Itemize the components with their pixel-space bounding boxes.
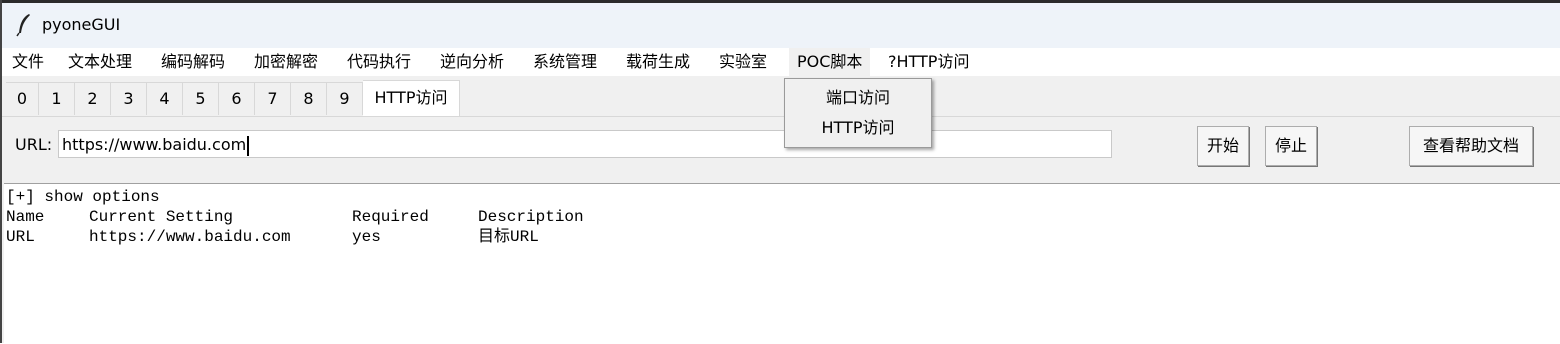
option-name: URL (6, 228, 35, 246)
menu-payload[interactable]: 载荷生成 (622, 48, 694, 76)
dropdown-item-http-access[interactable]: HTTP访问 (785, 113, 931, 143)
option-description: 目标URL (478, 228, 539, 246)
menu-encrypt-decrypt[interactable]: 加密解密 (250, 48, 322, 76)
stop-button[interactable]: 停止 (1265, 126, 1317, 166)
menu-reverse[interactable]: 逆向分析 (436, 48, 508, 76)
tab-0[interactable]: 0 (6, 82, 39, 115)
window-title: pyoneGUI (42, 15, 121, 34)
title-bar: pyoneGUI (2, 3, 1560, 48)
tab-bar: 0 1 2 3 4 5 6 7 8 9 HTTP访问 (2, 78, 1560, 117)
output-header-line: [+] show options (6, 188, 160, 206)
menu-lab[interactable]: 实验室 (715, 48, 771, 76)
app-window: pyoneGUI 文件 文本处理 编码解码 加密解密 代码执行 逆向分析 系统管… (0, 0, 1560, 344)
tab-4[interactable]: 4 (147, 82, 183, 115)
tab-3[interactable]: 3 (111, 82, 147, 115)
dropdown-item-port-access[interactable]: 端口访问 (785, 83, 931, 113)
tab-5[interactable]: 5 (183, 82, 219, 115)
menu-poc-script[interactable]: POC脚本 (789, 48, 871, 76)
menu-code-exec[interactable]: 代码执行 (343, 48, 415, 76)
menu-http-access[interactable]: ?HTTP访问 (884, 48, 973, 76)
url-label: URL: (15, 135, 53, 154)
tab-8[interactable]: 8 (291, 82, 327, 115)
tab-6[interactable]: 6 (219, 82, 255, 115)
option-current-setting: https://www.baidu.com (89, 228, 291, 246)
tab-2[interactable]: 2 (75, 82, 111, 115)
help-doc-button[interactable]: 查看帮助文档 (1409, 126, 1533, 166)
url-input[interactable]: https://www.baidu.com (58, 130, 1112, 158)
feather-icon (16, 14, 30, 37)
option-required: yes (352, 228, 381, 246)
menu-encode-decode[interactable]: 编码解码 (157, 48, 229, 76)
column-header-name: Name (6, 208, 45, 226)
column-header-description: Description (478, 208, 584, 226)
start-button[interactable]: 开始 (1197, 126, 1249, 166)
tab-9[interactable]: 9 (327, 82, 363, 115)
http-access-panel: URL: https://www.baidu.com 开始 停止 查看帮助文档 (2, 116, 1560, 183)
menu-system[interactable]: 系统管理 (529, 48, 601, 76)
menu-text-processing[interactable]: 文本处理 (64, 48, 136, 76)
tab-http-access[interactable]: HTTP访问 (363, 80, 460, 117)
column-header-required: Required (352, 208, 429, 226)
tab-7[interactable]: 7 (255, 82, 291, 115)
menu-file[interactable]: 文件 (8, 48, 48, 76)
poc-script-dropdown-menu: 端口访问 HTTP访问 (784, 78, 932, 148)
url-input-value: https://www.baidu.com (62, 135, 247, 154)
menu-bar: 文件 文本处理 编码解码 加密解密 代码执行 逆向分析 系统管理 载荷生成 实验… (2, 48, 1560, 76)
text-caret (247, 135, 250, 156)
tab-1[interactable]: 1 (39, 82, 75, 115)
column-header-current-setting: Current Setting (89, 208, 234, 226)
output-text-area[interactable]: [+] show options Name Current Setting Re… (4, 183, 1560, 344)
